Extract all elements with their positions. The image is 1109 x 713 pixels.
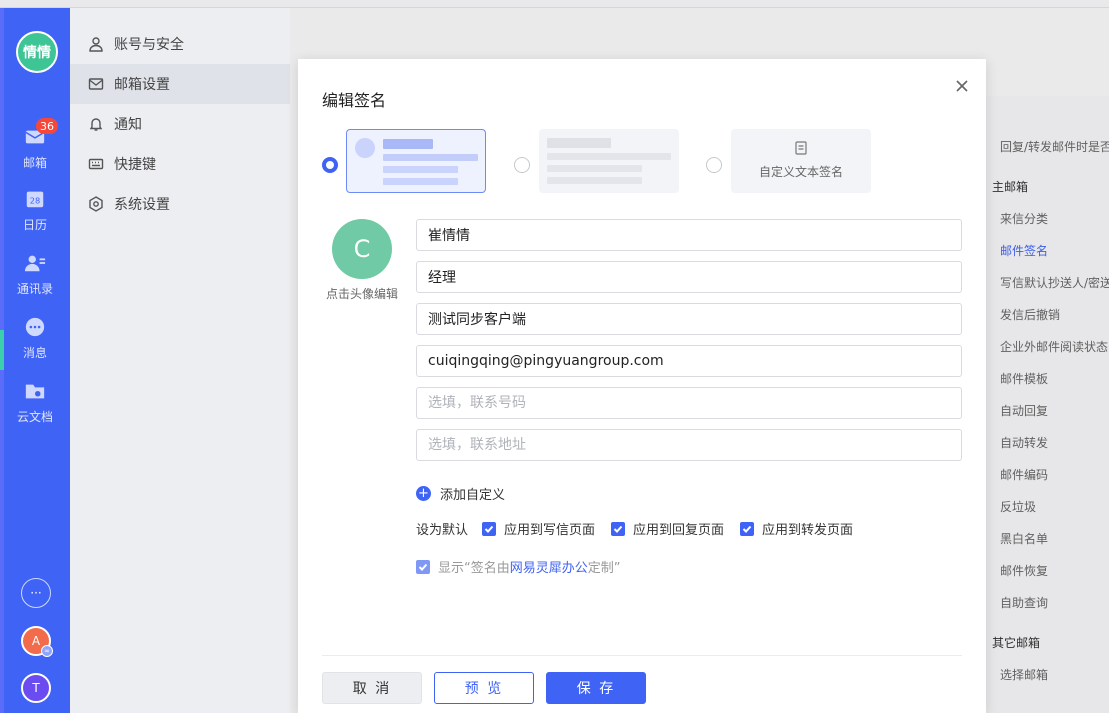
add-custom-button[interactable]: + 添加自定义 xyxy=(416,484,505,503)
user-avatar[interactable]: 情情 xyxy=(16,31,58,73)
close-icon xyxy=(956,80,968,92)
signature-avatar[interactable]: C xyxy=(332,219,392,279)
message-icon xyxy=(24,316,46,338)
template-label: 自定义文本签名 xyxy=(758,165,843,179)
cancel-button[interactable]: 取 消 xyxy=(322,672,422,704)
mail-outline-icon xyxy=(88,76,104,92)
cloud-doc-icon xyxy=(24,380,46,402)
settings-item-label: 系统设置 xyxy=(114,197,170,213)
calendar-icon: 28 xyxy=(24,188,46,210)
close-button[interactable] xyxy=(953,77,971,95)
account-avatar-a[interactable]: A ∞ xyxy=(21,626,53,657)
template-radio-1[interactable] xyxy=(322,157,338,173)
option-label: 应用到回复页面 xyxy=(633,523,725,538)
template-avatar-icon xyxy=(355,138,375,158)
default-options: 设为默认 应用到写信页面 应用到回复页面 应用到转发页面 xyxy=(416,519,869,538)
preview-button[interactable]: 预 览 xyxy=(434,672,534,704)
keyboard-icon xyxy=(88,156,104,172)
rail-item-calendar[interactable]: 28 日历 xyxy=(0,188,70,246)
bell-icon xyxy=(88,116,104,132)
template-line xyxy=(547,165,642,172)
rail-item-label: 云文档 xyxy=(16,410,53,424)
rail-item-label: 消息 xyxy=(22,346,47,360)
account-avatar-t[interactable]: T xyxy=(21,673,51,703)
template-line xyxy=(547,177,642,184)
template-line xyxy=(383,166,458,173)
rail-item-cloud-doc[interactable]: 云文档 xyxy=(0,380,70,438)
set-default-label: 设为默认 xyxy=(416,523,469,538)
rail-item-label: 通讯录 xyxy=(16,282,53,296)
rail-item-label: 日历 xyxy=(22,218,47,232)
option-label: 应用到转发页面 xyxy=(762,523,854,538)
avatar-edit-hint: 点击头像编辑 xyxy=(325,287,398,301)
phone-field[interactable] xyxy=(416,387,962,419)
settings-menu: 账号与安全 邮箱设置 通知 快捷键 系统设置 xyxy=(70,8,290,713)
template-radio-2[interactable] xyxy=(514,157,530,173)
edit-signature-dialog: 编辑签名 自定义文本签名 C 点击头像编辑 + 添加自定义 设为默认 xyxy=(298,59,986,713)
show-branding-option[interactable]: 显示“签名由 网易灵犀办公 定制” xyxy=(416,557,621,576)
settings-item-system[interactable]: 系统设置 xyxy=(70,184,290,224)
rail-item-mail[interactable]: 邮箱 xyxy=(0,126,70,184)
name-field[interactable] xyxy=(416,219,962,251)
link-icon: ∞ xyxy=(41,645,53,657)
gear-icon xyxy=(88,196,104,212)
checkbox-checked[interactable] xyxy=(740,521,755,536)
template-line xyxy=(383,178,458,185)
address-field[interactable] xyxy=(416,429,962,461)
plus-circle-icon: + xyxy=(416,486,431,501)
show-prefix: 显示“签名由 xyxy=(438,561,510,576)
footer-divider xyxy=(322,655,962,656)
settings-item-label: 快捷键 xyxy=(114,157,156,173)
template-line xyxy=(383,154,478,161)
mail-unread-badge: 36 xyxy=(36,118,58,134)
checkbox-checked[interactable] xyxy=(482,521,497,536)
template-option-custom-text[interactable]: 自定义文本签名 xyxy=(731,129,871,193)
template-line xyxy=(383,139,433,149)
rail-item-label: 邮箱 xyxy=(22,156,47,170)
document-icon xyxy=(795,141,807,155)
settings-item-account-security[interactable]: 账号与安全 xyxy=(70,24,290,64)
settings-item-label: 账号与安全 xyxy=(114,37,184,53)
settings-item-mailbox[interactable]: 邮箱设置 xyxy=(70,64,290,104)
save-button[interactable]: 保 存 xyxy=(546,672,646,704)
template-line xyxy=(547,153,671,160)
default-reply-option[interactable]: 应用到回复页面 xyxy=(611,519,724,538)
position-field[interactable] xyxy=(416,261,962,293)
checkbox-checked[interactable] xyxy=(416,559,430,574)
default-forward-option[interactable]: 应用到转发页面 xyxy=(740,519,853,538)
account-initial: A xyxy=(31,634,41,648)
settings-item-shortcuts[interactable]: 快捷键 xyxy=(70,144,290,184)
option-label: 应用到写信页面 xyxy=(504,523,596,538)
settings-item-label: 邮箱设置 xyxy=(114,77,170,93)
user-icon xyxy=(88,36,104,52)
add-custom-label: 添加自定义 xyxy=(440,488,506,503)
dialog-title: 编辑签名 xyxy=(322,91,387,110)
template-radio-3[interactable] xyxy=(706,157,722,173)
template-option-1[interactable] xyxy=(346,129,486,193)
company-field[interactable] xyxy=(416,303,962,335)
template-option-2[interactable] xyxy=(539,129,679,193)
show-suffix: 定制” xyxy=(587,561,621,576)
settings-item-notification[interactable]: 通知 xyxy=(70,104,290,144)
checkbox-checked[interactable] xyxy=(611,521,626,536)
default-compose-option[interactable]: 应用到写信页面 xyxy=(482,519,595,538)
svg-text:28: 28 xyxy=(30,196,41,206)
contacts-icon xyxy=(24,252,46,274)
template-line xyxy=(547,138,611,148)
settings-item-label: 通知 xyxy=(114,117,142,133)
more-button[interactable]: ··· xyxy=(21,578,51,608)
brand-name: 网易灵犀办公 xyxy=(509,561,588,576)
window-top-strip xyxy=(0,0,1109,8)
rail-item-message[interactable]: 消息 xyxy=(0,316,70,374)
email-field[interactable] xyxy=(416,345,962,377)
rail-item-contacts[interactable]: 通讯录 xyxy=(0,252,70,310)
